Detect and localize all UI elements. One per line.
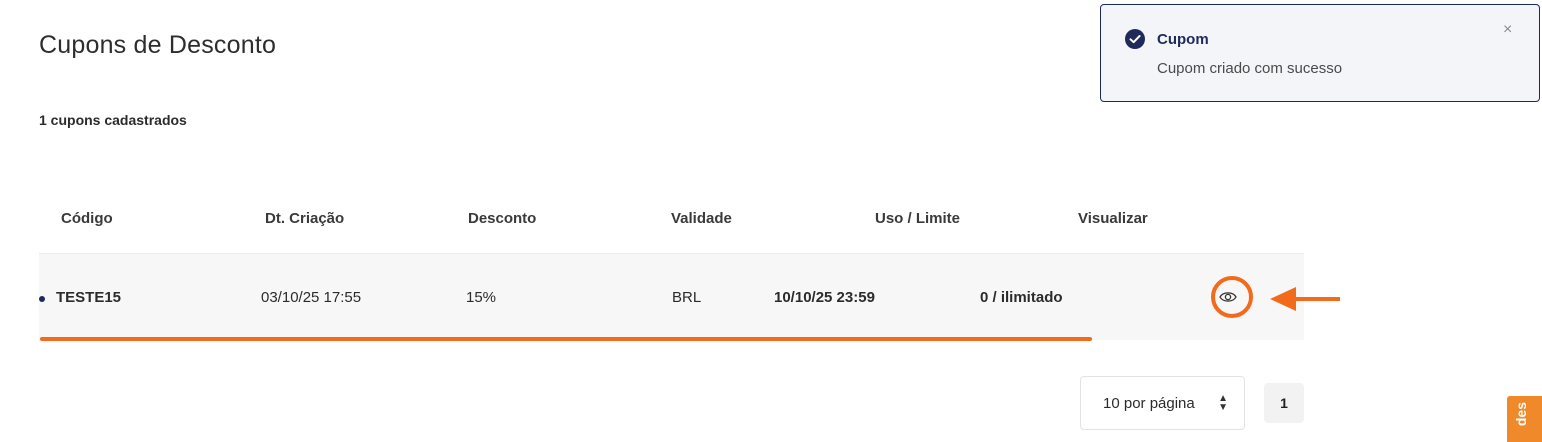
row-bullet [39, 296, 45, 302]
coupons-table: Código Dt. Criação Desconto Validade Uso… [39, 196, 1304, 340]
cell-usage: 0 / ilimitado [980, 289, 1063, 306]
page-button-1[interactable]: 1 [1264, 383, 1304, 423]
per-page-label: 10 por página [1103, 394, 1195, 412]
cell-currency: BRL [672, 289, 702, 306]
page-title: Cupons de Desconto [39, 31, 277, 59]
header-created: Dt. Criação [265, 210, 345, 227]
cell-validity: 10/10/25 23:59 [774, 289, 875, 306]
toast-message: Cupom criado com sucesso [1157, 60, 1343, 77]
coupon-count: 1 cupons cadastrados [39, 112, 187, 128]
highlight-underline [40, 337, 1092, 341]
header-validity: Validade [671, 210, 732, 227]
side-tab[interactable]: des [1507, 396, 1542, 442]
highlight-circle [1211, 276, 1253, 318]
toast-title: Cupom [1157, 31, 1209, 48]
success-toast: Cupom Cupom criado com sucesso × [1100, 4, 1540, 102]
table-row[interactable]: TESTE15 03/10/25 17:55 15% BRL 10/10/25 … [39, 254, 1304, 340]
per-page-select[interactable]: 10 por página ▲ ▼ [1080, 376, 1245, 430]
pointer-arrow-icon [1270, 287, 1340, 311]
header-discount: Desconto [468, 210, 537, 227]
header-code: Código [61, 210, 113, 227]
header-usage: Uso / Limite [875, 210, 961, 227]
side-tab-label: des [1513, 402, 1529, 427]
table-header: Código Dt. Criação Desconto Validade Uso… [39, 196, 1304, 254]
header-view: Visualizar [1078, 210, 1148, 227]
cell-discount: 15% [466, 289, 497, 306]
select-caret-icon: ▲ ▼ [1218, 393, 1228, 413]
check-circle-icon [1125, 29, 1145, 49]
cell-code: TESTE15 [56, 289, 122, 306]
cell-created: 03/10/25 17:55 [261, 289, 362, 306]
close-icon[interactable]: × [1503, 21, 1512, 39]
